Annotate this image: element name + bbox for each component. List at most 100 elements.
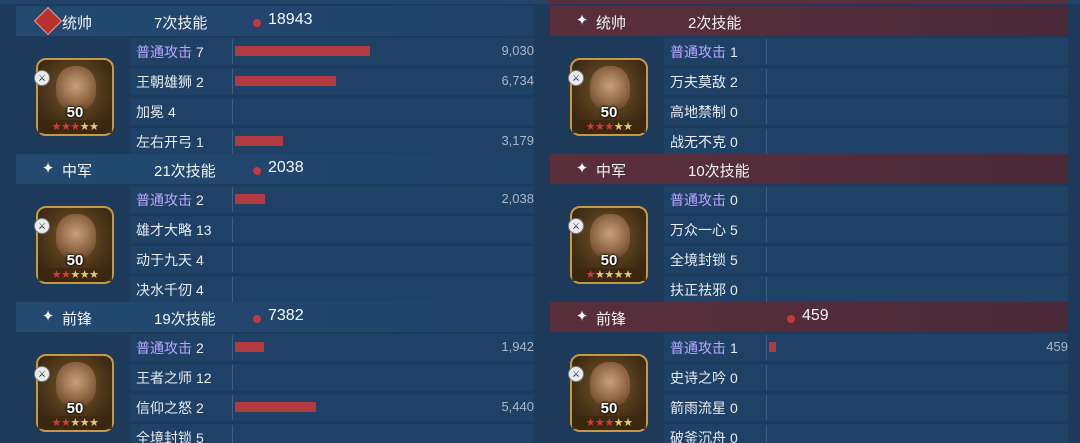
skill-count: 0 bbox=[730, 134, 738, 150]
row-divider bbox=[232, 395, 233, 420]
skill-name: 王朝雄狮 2 bbox=[136, 72, 204, 92]
row-divider bbox=[232, 247, 233, 272]
row-divider bbox=[766, 335, 767, 360]
skill-cast-count: 2次技能 bbox=[688, 15, 742, 32]
skill-count: 0 bbox=[730, 370, 738, 386]
damage-value: 5,440 bbox=[501, 399, 534, 414]
general-header: ✦ 前锋 19次技能 7382 bbox=[16, 302, 534, 332]
damage-dot-icon bbox=[253, 19, 261, 27]
role-label: 统帅 bbox=[596, 15, 627, 32]
sparkle-icon: ✦ bbox=[575, 160, 589, 177]
row-divider bbox=[232, 217, 233, 242]
skill-row: 全境封锁 5 bbox=[130, 423, 534, 443]
star-rating: ★★★★★ bbox=[572, 416, 646, 429]
skill-row: 战无不克 0 bbox=[664, 127, 1068, 156]
skill-name: 高地禁制 0 bbox=[670, 102, 738, 122]
general-portrait[interactable]: ⚔ 50 ★★★★★ bbox=[568, 206, 648, 284]
skill-title: 信仰之怒 bbox=[136, 400, 192, 416]
skill-name: 普通攻击 2 bbox=[136, 190, 204, 210]
skill-title: 王者之师 bbox=[136, 370, 192, 386]
general-block: ✦ 前锋 459 ⚔ 50 ★★★★★ 普通攻击 1 459 史诗之吟 0 箭雨流星 0 破釜沉舟 0 bbox=[550, 302, 1068, 443]
general-level: 50 bbox=[66, 252, 84, 269]
role-label: 前锋 bbox=[62, 311, 93, 328]
troop-type-icon: ⚔ bbox=[34, 70, 50, 86]
general-block: ✦ 中军 21次技能 2038 ⚔ 50 ★★★★★ 普通攻击 2 2,038 雄才大略 13 动于九天… bbox=[16, 154, 534, 303]
skill-title: 王朝雄狮 bbox=[136, 74, 192, 90]
skill-row: 普通攻击 7 9,030 bbox=[130, 37, 534, 66]
general-portrait[interactable]: ⚔ 50 ★★★★★ bbox=[34, 58, 114, 136]
troop-type-icon: ⚔ bbox=[568, 70, 584, 86]
total-damage: 18943 bbox=[268, 11, 313, 28]
general-portrait[interactable]: ⚔ 50 ★★★★★ bbox=[34, 354, 114, 432]
skill-title: 决水千仞 bbox=[136, 282, 192, 298]
skill-title: 史诗之吟 bbox=[670, 370, 726, 386]
skill-row: 万夫莫敌 2 bbox=[664, 67, 1068, 96]
damage-bar bbox=[235, 46, 370, 56]
total-damage: 7382 bbox=[268, 307, 304, 324]
general-block: ✦ 前锋 19次技能 7382 ⚔ 50 ★★★★★ 普通攻击 2 1,942 王者之师 12 信仰之怒… bbox=[16, 302, 534, 443]
role-label: 统帅 bbox=[62, 15, 93, 32]
row-divider bbox=[766, 187, 767, 212]
skill-count: 5 bbox=[196, 430, 204, 443]
skill-row-bg bbox=[130, 98, 534, 125]
skill-name: 普通攻击 2 bbox=[136, 338, 204, 358]
skill-title: 破釜沉舟 bbox=[670, 430, 726, 443]
role-label: 中军 bbox=[62, 163, 93, 180]
skill-title: 箭雨流星 bbox=[670, 400, 726, 416]
role-label: 前锋 bbox=[596, 311, 627, 328]
skill-name: 雄才大略 13 bbox=[136, 220, 212, 240]
skill-name: 破釜沉舟 0 bbox=[670, 428, 738, 443]
damage-value: 3,179 bbox=[501, 133, 534, 148]
skill-row: 普通攻击 2 2,038 bbox=[130, 185, 534, 214]
skill-count: 0 bbox=[730, 430, 738, 443]
skill-name: 全境封锁 5 bbox=[670, 250, 738, 270]
general-portrait[interactable]: ⚔ 50 ★★★★★ bbox=[568, 58, 648, 136]
damage-value: 1,942 bbox=[501, 339, 534, 354]
row-divider bbox=[766, 69, 767, 94]
row-divider bbox=[232, 129, 233, 154]
star-rating: ★★★★★ bbox=[572, 268, 646, 281]
general-level: 50 bbox=[600, 252, 618, 269]
star-rating: ★★★★★ bbox=[572, 120, 646, 133]
skill-count: 4 bbox=[196, 252, 204, 268]
skill-row: 扶正祛邪 0 bbox=[664, 275, 1068, 304]
skill-count: 1 bbox=[730, 340, 738, 356]
general-portrait[interactable]: ⚔ 50 ★★★★★ bbox=[34, 206, 114, 284]
row-divider bbox=[766, 99, 767, 124]
skill-title: 普通攻击 bbox=[136, 192, 192, 208]
skill-title: 全境封锁 bbox=[670, 252, 726, 268]
damage-bar bbox=[235, 136, 283, 146]
general-level: 50 bbox=[66, 104, 84, 121]
damage-dot-icon bbox=[787, 315, 795, 323]
damage-bar bbox=[235, 194, 265, 204]
top-strip bbox=[0, 0, 1080, 4]
skill-name: 普通攻击 7 bbox=[136, 42, 204, 62]
skill-cast-count: 7次技能 bbox=[154, 15, 208, 32]
skill-row: 加冕 4 bbox=[130, 97, 534, 126]
skill-title: 动于九天 bbox=[136, 252, 192, 268]
skill-name: 普通攻击 0 bbox=[670, 190, 738, 210]
row-divider bbox=[232, 39, 233, 64]
skill-row: 高地禁制 0 bbox=[664, 97, 1068, 126]
skill-name: 左右开弓 1 bbox=[136, 132, 204, 152]
skill-title: 普通攻击 bbox=[136, 340, 192, 356]
general-block: ✦ 统帅 2次技能 ⚔ 50 ★★★★★ 普通攻击 1 万夫莫敌 2 高地禁制 0 战无不克 0 bbox=[550, 6, 1068, 155]
skill-row: 普通攻击 0 bbox=[664, 185, 1068, 214]
star-rating: ★★★★★ bbox=[38, 120, 112, 133]
skill-row: 全境封锁 5 bbox=[664, 245, 1068, 274]
skill-title: 战无不克 bbox=[670, 134, 726, 150]
general-header: ✦ 前锋 459 bbox=[550, 302, 1068, 332]
general-portrait[interactable]: ⚔ 50 ★★★★★ bbox=[568, 354, 648, 432]
row-divider bbox=[232, 187, 233, 212]
general-block: 统帅 7次技能 18943 ⚔ 50 ★★★★★ 普通攻击 7 9,030 王朝雄狮 2 6,734 加… bbox=[16, 6, 534, 155]
skill-name: 战无不克 0 bbox=[670, 132, 738, 152]
skill-row: 王朝雄狮 2 6,734 bbox=[130, 67, 534, 96]
general-header: ✦ 中军 21次技能 2038 bbox=[16, 154, 534, 184]
skill-count: 4 bbox=[168, 104, 176, 120]
skill-row: 雄才大略 13 bbox=[130, 215, 534, 244]
row-divider bbox=[766, 217, 767, 242]
skill-cast-count: 19次技能 bbox=[154, 311, 216, 328]
general-header: 统帅 7次技能 18943 bbox=[16, 6, 534, 36]
row-divider bbox=[766, 395, 767, 420]
row-divider bbox=[232, 99, 233, 124]
